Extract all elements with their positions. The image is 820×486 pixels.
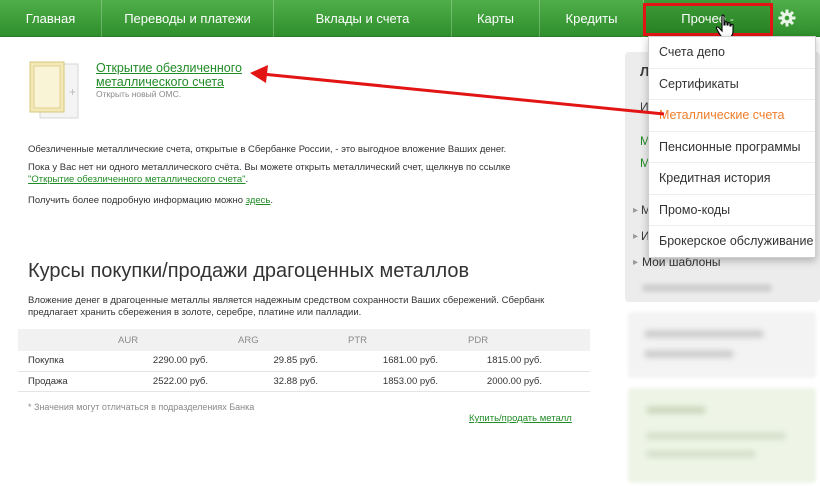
rates-table: AUR ARG PTR PDR Покупка 2290.00 руб. 29.… <box>18 329 590 392</box>
info-text: Получить более подробную информацию можн… <box>28 195 246 206</box>
row-label: Продажа <box>18 371 108 392</box>
nav-credits[interactable]: Кредиты <box>540 0 644 37</box>
nav-home-label: Главная <box>25 11 76 26</box>
table-header: ARG <box>228 329 338 351</box>
table-header-empty <box>18 329 108 351</box>
nav-transfers-label: Переводы и платежи <box>124 11 251 26</box>
nav-credits-label: Кредиты <box>565 11 618 26</box>
bullet-icon: ▸ <box>633 231 639 242</box>
nav-home[interactable]: Главная <box>0 0 102 37</box>
table-header: PTR <box>338 329 458 351</box>
more-dropdown-menu: Счета депо Сертификаты Металлические сче… <box>648 36 816 258</box>
bullet-icon: ▸ <box>633 257 639 268</box>
more-info-link[interactable]: здесь <box>246 195 271 206</box>
table-row: Продажа 2522.00 руб. 32.88 руб. 1853.00 … <box>18 371 590 392</box>
open-oms-inline-link[interactable]: "Открытие обезличенного металлического с… <box>28 174 246 185</box>
menu-item-depo[interactable]: Счета депо <box>649 37 815 69</box>
table-cell: 1815.00 руб. <box>458 351 590 372</box>
menu-item-metal-accounts[interactable]: Металлические счета <box>649 100 815 132</box>
menu-item-credit-history[interactable]: Кредитная история <box>649 163 815 195</box>
document-icon: + <box>29 61 79 119</box>
svg-text:+: + <box>69 85 76 99</box>
gear-icon[interactable] <box>777 8 797 28</box>
table-header: AUR <box>108 329 228 351</box>
menu-item-brokerage[interactable]: Брокерское обслуживание <box>649 226 815 258</box>
bullet-icon: ▸ <box>633 205 639 216</box>
nav-deposits-label: Вклады и счета <box>315 11 410 26</box>
rates-description: Вложение денег в драгоценные металлы явл… <box>28 295 545 318</box>
table-cell: 29.85 руб. <box>228 351 338 372</box>
info-text: Пока у Вас нет ни одного металлического … <box>28 162 511 173</box>
table-cell: 2522.00 руб. <box>108 371 228 392</box>
table-row: Покупка 2290.00 руб. 29.85 руб. 1681.00 … <box>18 351 590 372</box>
main-navigation: Главная Переводы и платежи Вклады и счет… <box>0 0 820 37</box>
table-header: PDR <box>458 329 590 351</box>
table-cell: 32.88 руб. <box>228 371 338 392</box>
info-text: . <box>270 195 274 206</box>
info-text: . <box>245 174 249 185</box>
info-text: Обезличенные металлические счета, открыт… <box>28 144 507 155</box>
menu-item-certificates[interactable]: Сертификаты <box>649 69 815 100</box>
table-cell: 1681.00 руб. <box>338 351 458 372</box>
table-cell: 1853.00 руб. <box>338 371 458 392</box>
table-cell: 2290.00 руб. <box>108 351 228 372</box>
blurred-content <box>642 284 772 292</box>
menu-item-promo-codes[interactable]: Промо-коды <box>649 195 815 226</box>
info-text-line: "Открытие обезличенного металлического с… <box>28 174 248 185</box>
open-oms-link[interactable]: Открытие обезличенного металлического сч… <box>96 61 266 89</box>
rates-heading: Курсы покупки/продажи драгоценных металл… <box>28 260 470 282</box>
table-cell: 2000.00 руб. <box>458 371 590 392</box>
row-label: Покупка <box>18 351 108 372</box>
table-header-row: AUR ARG PTR PDR <box>18 329 590 351</box>
buy-sell-metal-link[interactable]: Купить/продать металл <box>469 413 572 424</box>
nav-cards[interactable]: Карты <box>452 0 540 37</box>
blurred-sidebar-card <box>628 388 816 483</box>
nav-transfers[interactable]: Переводы и платежи <box>102 0 274 37</box>
nav-cards-label: Карты <box>476 11 515 26</box>
info-text-line: Получить более подробную информацию можн… <box>28 195 273 206</box>
nav-deposits[interactable]: Вклады и счета <box>274 0 452 37</box>
nav-more[interactable]: Прочее - <box>644 0 772 37</box>
menu-item-pension[interactable]: Пенсионные программы <box>649 132 815 163</box>
rates-note: * Значения могут отличаться в подразделе… <box>28 402 255 412</box>
blurred-sidebar-card <box>628 312 816 378</box>
open-oms-subtitle: Открыть новый ОМС. <box>96 89 182 99</box>
